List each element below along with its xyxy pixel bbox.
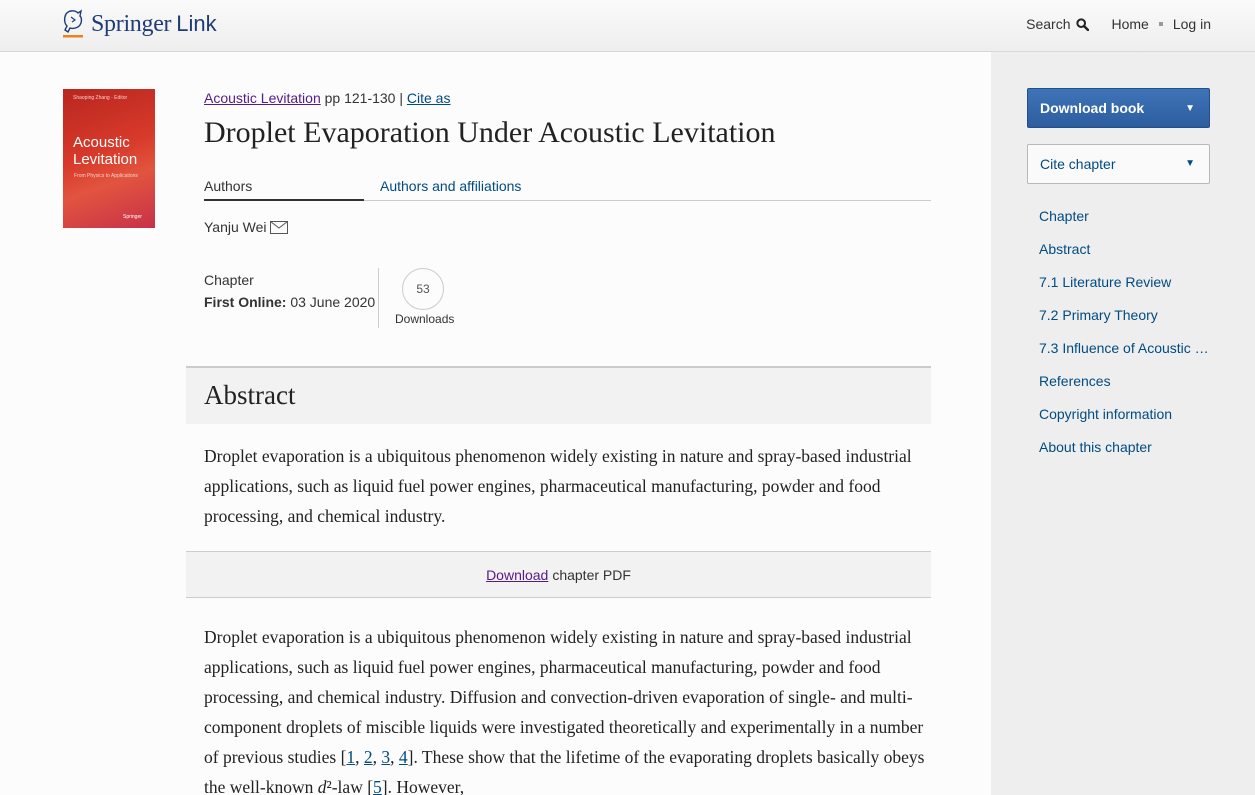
content-type: Chapter — [204, 272, 254, 288]
abstract-heading: Abstract — [204, 380, 296, 410]
logo-springer-text: Springer — [91, 10, 172, 37]
first-online-label: First Online: — [204, 294, 287, 310]
download-chapter-pdf-link[interactable]: Download — [486, 567, 548, 583]
page-range: pp 121-130 | — [320, 90, 407, 106]
header-nav: Search Home Log in — [1026, 16, 1211, 32]
toc-item-literature-review[interactable]: 7.1 Literature Review — [1039, 274, 1213, 307]
downloads-count-badge: 53 — [402, 268, 444, 310]
cover-publisher: Springer — [123, 214, 142, 220]
cover-editor: Shaoping Zhang · Editor — [73, 95, 128, 101]
caret-down-icon: ▼ — [1185, 103, 1195, 114]
toc-item-about[interactable]: About this chapter — [1039, 439, 1213, 472]
author-entry: Yanju Wei — [204, 219, 288, 235]
intro-text-end: ]. However, — [381, 777, 465, 795]
cite-chapter-button[interactable]: Cite chapter ▼ — [1027, 144, 1210, 184]
right-sidebar: Download book ▼ Cite chapter ▼ Chapter A… — [991, 52, 1255, 795]
breadcrumb: Acoustic Levitation pp 121-130 | Cite as — [204, 90, 450, 106]
cite-as-link[interactable]: Cite as — [407, 90, 451, 106]
search-button[interactable]: Search — [1026, 16, 1090, 32]
logo-link-text: Link — [176, 11, 217, 36]
reference-link-4[interactable]: 4 — [399, 747, 408, 767]
search-label: Search — [1026, 16, 1071, 32]
site-header: Springer Link Search Home Log in — [0, 0, 1255, 52]
download-pdf-bar: Download chapter PDF — [186, 551, 931, 598]
pdf-bar-text: chapter PDF — [552, 566, 631, 583]
tab-authors-affiliations[interactable]: Authors and affiliations — [380, 178, 521, 194]
caret-down-icon: ▼ — [1185, 158, 1195, 169]
introduction-paragraph: Droplet evaporation is a ubiquitous phen… — [204, 627, 925, 795]
toc-item-influence-acoustic[interactable]: 7.3 Influence of Acoustic Streaming — [1039, 340, 1213, 373]
nav-separator — [1158, 22, 1163, 26]
cite-chapter-label: Cite chapter — [1040, 156, 1116, 172]
cover-subtitle: From Physics to Applications — [74, 173, 138, 179]
download-book-button[interactable]: Download book ▼ — [1027, 88, 1210, 128]
springer-horse-icon — [63, 9, 83, 38]
cover-title-line2: Levitation — [73, 151, 138, 168]
abstract-text: Droplet evaporation is a ubiquitous phen… — [204, 446, 912, 526]
first-online-date: 03 June 2020 — [286, 294, 376, 310]
mail-icon[interactable] — [269, 220, 288, 234]
reference-link-2[interactable]: 2 — [364, 747, 373, 767]
login-link[interactable]: Log in — [1173, 16, 1211, 32]
downloads-label: Downloads — [395, 312, 455, 326]
book-cover-image[interactable]: Shaoping Zhang · Editor Acoustic Levitat… — [63, 89, 155, 228]
toc-item-abstract[interactable]: Abstract — [1039, 241, 1213, 274]
download-book-label: Download book — [1040, 100, 1145, 116]
abstract-section-header: Abstract — [186, 366, 931, 424]
toc-item-references[interactable]: References — [1039, 373, 1213, 406]
chapter-title: Droplet Evaporation Under Acoustic Levit… — [204, 116, 776, 149]
cover-title-line1: Acoustic — [73, 134, 130, 151]
toc-item-copyright[interactable]: Copyright information — [1039, 406, 1213, 439]
chapter-meta: Chapter First Online: 03 June 2020 — [204, 269, 375, 313]
toc-item-primary-theory[interactable]: 7.2 Primary Theory — [1039, 307, 1213, 340]
meta-divider — [378, 268, 379, 328]
intro-text-law: ²-law [ — [326, 777, 374, 795]
home-link[interactable]: Home — [1111, 16, 1148, 32]
intro-text-start: Droplet evaporation is a ubiquitous phen… — [204, 627, 924, 767]
reference-link-1[interactable]: 1 — [346, 747, 355, 767]
first-online: First Online: 03 June 2020 — [204, 291, 375, 313]
author-name: Yanju Wei — [204, 219, 267, 235]
table-of-contents: Chapter Abstract 7.1 Literature Review 7… — [1039, 208, 1213, 472]
reference-link-3[interactable]: 3 — [381, 747, 390, 767]
springerlink-logo[interactable]: Springer Link — [61, 8, 217, 40]
tab-authors[interactable]: Authors — [204, 178, 364, 201]
reference-link-5[interactable]: 5 — [373, 777, 382, 795]
search-icon — [1076, 17, 1090, 31]
author-tabs: Authors Authors and affiliations — [204, 178, 931, 201]
cover-title: Acoustic Levitation — [73, 134, 137, 168]
book-title-link[interactable]: Acoustic Levitation — [204, 90, 321, 106]
toc-item-chapter[interactable]: Chapter — [1039, 208, 1213, 241]
